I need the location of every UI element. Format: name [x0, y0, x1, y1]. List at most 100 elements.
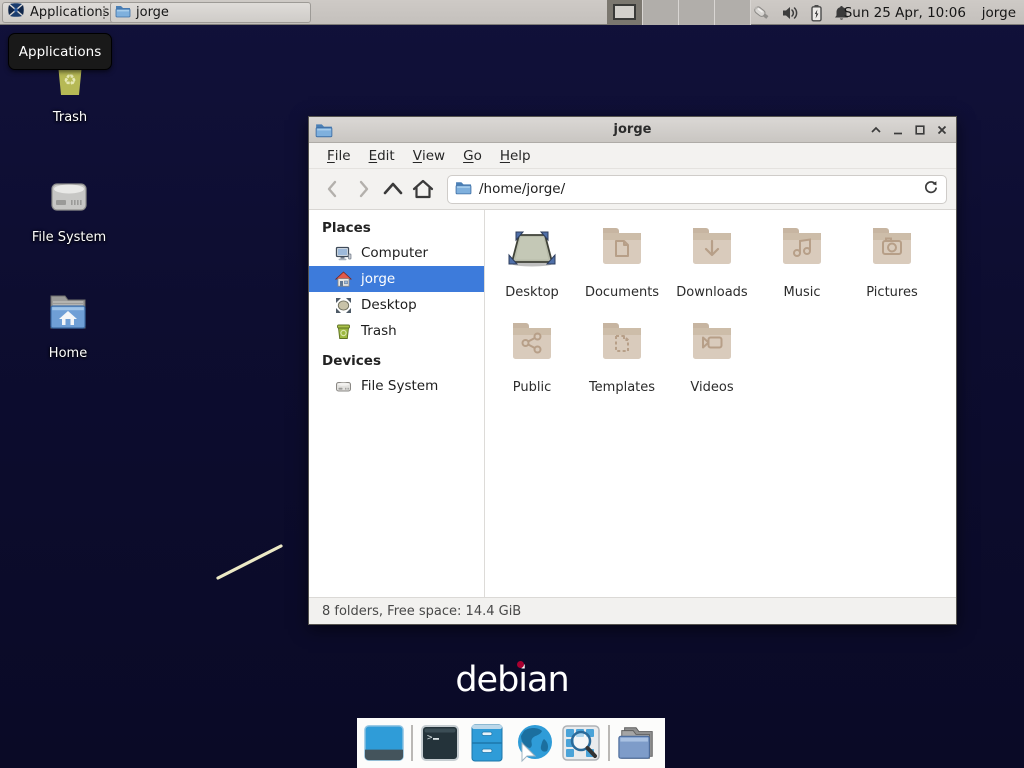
file-label: Desktop	[505, 285, 559, 300]
workspace-switcher	[607, 0, 751, 25]
window-content: Places Computer	[309, 210, 956, 597]
user-home-icon	[335, 271, 352, 288]
videos-folder-icon	[688, 319, 736, 380]
music-folder-icon	[778, 224, 826, 285]
bottom-dock: >	[357, 718, 665, 768]
sidebar-item-trash[interactable]: Trash	[309, 318, 484, 344]
forward-button[interactable]	[348, 175, 378, 203]
window-controls	[865, 118, 956, 142]
menu-help[interactable]: Help	[491, 143, 540, 168]
templates-folder-icon	[598, 319, 646, 380]
workspace-4[interactable]	[715, 0, 751, 25]
sidebar-item-computer[interactable]: Computer	[309, 240, 484, 266]
pathbar-folder-icon	[455, 180, 472, 199]
file-item-templates[interactable]: Templates	[577, 319, 667, 414]
panel-username[interactable]: jorge	[982, 0, 1016, 25]
up-button[interactable]	[378, 175, 408, 203]
menu-go[interactable]: Go	[454, 143, 491, 168]
sidebar-item-label: Trash	[361, 323, 397, 339]
path-bar[interactable]: /home/jorge/	[447, 175, 947, 204]
trash-icon	[335, 323, 352, 340]
home-button[interactable]	[408, 175, 438, 203]
top-panel: Applications jorge	[0, 0, 1024, 25]
window-title: jorge	[309, 122, 956, 137]
documents-folder-icon	[598, 224, 646, 285]
workspace-window-thumbnail	[613, 4, 636, 20]
volume-icon[interactable]	[781, 5, 800, 21]
file-manager-window: jorge File Edit View Go Help	[308, 116, 957, 625]
desktop-icon-label: Home	[49, 346, 87, 361]
menu-edit[interactable]: Edit	[360, 143, 404, 168]
sidebar-header-devices: Devices	[309, 349, 484, 373]
directory-menu-icon[interactable]	[617, 722, 657, 764]
desktop-root: Applications jorge	[0, 0, 1024, 768]
status-bar: 8 folders, Free space: 14.4 GiB	[309, 597, 956, 624]
downloads-folder-icon	[688, 224, 736, 285]
file-item-downloads[interactable]: Downloads	[667, 224, 757, 319]
debian-wallpaper-logo: debian	[450, 660, 574, 700]
panel-separator-handle[interactable]	[103, 6, 107, 19]
taskbar-window-label: jorge	[136, 5, 169, 20]
debian-red-dot	[517, 661, 524, 668]
workspace-2[interactable]	[643, 0, 679, 25]
desktop-icon-file-system[interactable]: File System	[21, 172, 117, 245]
sidebar-item-file-system[interactable]: File System	[309, 373, 484, 399]
path-input[interactable]: /home/jorge/	[479, 181, 916, 197]
battery-charging-icon[interactable]	[809, 4, 824, 22]
desktop-icon-label: Trash	[53, 110, 87, 125]
file-item-videos[interactable]: Videos	[667, 319, 757, 414]
sidebar-header-places: Places	[309, 216, 484, 240]
applications-menu-button[interactable]: Applications	[2, 2, 117, 23]
pictures-folder-icon	[868, 224, 916, 285]
reload-icon[interactable]	[923, 179, 939, 199]
sidebar-item-jorge[interactable]: jorge	[309, 266, 484, 292]
menu-file[interactable]: File	[318, 143, 360, 168]
menu-view[interactable]: View	[404, 143, 454, 168]
applications-menu-label: Applications	[30, 5, 109, 20]
drive-icon	[44, 172, 94, 224]
debian-logo-text: debian	[455, 660, 568, 700]
web-browser-icon[interactable]	[514, 722, 554, 764]
file-item-pictures[interactable]: Pictures	[847, 224, 937, 319]
public-folder-icon	[508, 319, 556, 380]
back-button[interactable]	[318, 175, 348, 203]
shade-button[interactable]	[865, 118, 887, 142]
window-titlebar[interactable]: jorge	[309, 117, 956, 143]
file-item-music[interactable]: Music	[757, 224, 847, 319]
maximize-button[interactable]	[909, 118, 931, 142]
show-desktop-icon[interactable]	[364, 722, 404, 764]
minimize-button[interactable]	[887, 118, 909, 142]
file-item-public[interactable]: Public	[487, 319, 577, 414]
terminal-icon[interactable]: >	[420, 722, 460, 764]
sidebar-item-label: jorge	[361, 271, 395, 287]
file-manager-icon[interactable]	[467, 722, 507, 764]
close-button[interactable]	[931, 118, 953, 142]
taskbar-window-button[interactable]: jorge	[110, 2, 311, 23]
system-tray	[752, 0, 850, 25]
desktop-folder-icon	[503, 224, 561, 285]
file-label: Pictures	[866, 285, 917, 300]
desktop-icon-home[interactable]: Home	[20, 288, 116, 361]
tooltip-text: Applications	[19, 44, 101, 60]
dock-separator	[608, 725, 610, 761]
file-label: Music	[784, 285, 821, 300]
panel-clock[interactable]: Sun 25 Apr, 10:06	[844, 0, 966, 25]
file-label: Templates	[589, 380, 655, 395]
file-item-documents[interactable]: Documents	[577, 224, 667, 319]
file-view[interactable]: Desktop Documents	[485, 210, 956, 597]
svg-text:♻: ♻	[63, 71, 76, 89]
input-device-icon[interactable]	[752, 4, 772, 22]
workspace-3[interactable]	[679, 0, 715, 25]
file-item-desktop[interactable]: Desktop	[487, 224, 577, 319]
sidebar-item-label: Desktop	[361, 297, 417, 313]
app-finder-icon[interactable]	[561, 722, 601, 764]
desktop-icon-label: File System	[32, 230, 106, 245]
window-folder-icon	[315, 122, 333, 138]
file-label: Documents	[585, 285, 659, 300]
dock-separator	[411, 725, 413, 761]
workspace-1[interactable]	[607, 0, 643, 25]
sidebar-item-desktop[interactable]: Desktop	[309, 292, 484, 318]
drive-icon	[335, 378, 352, 395]
home-folder-icon	[43, 288, 93, 340]
applications-tooltip: Applications	[8, 33, 112, 70]
